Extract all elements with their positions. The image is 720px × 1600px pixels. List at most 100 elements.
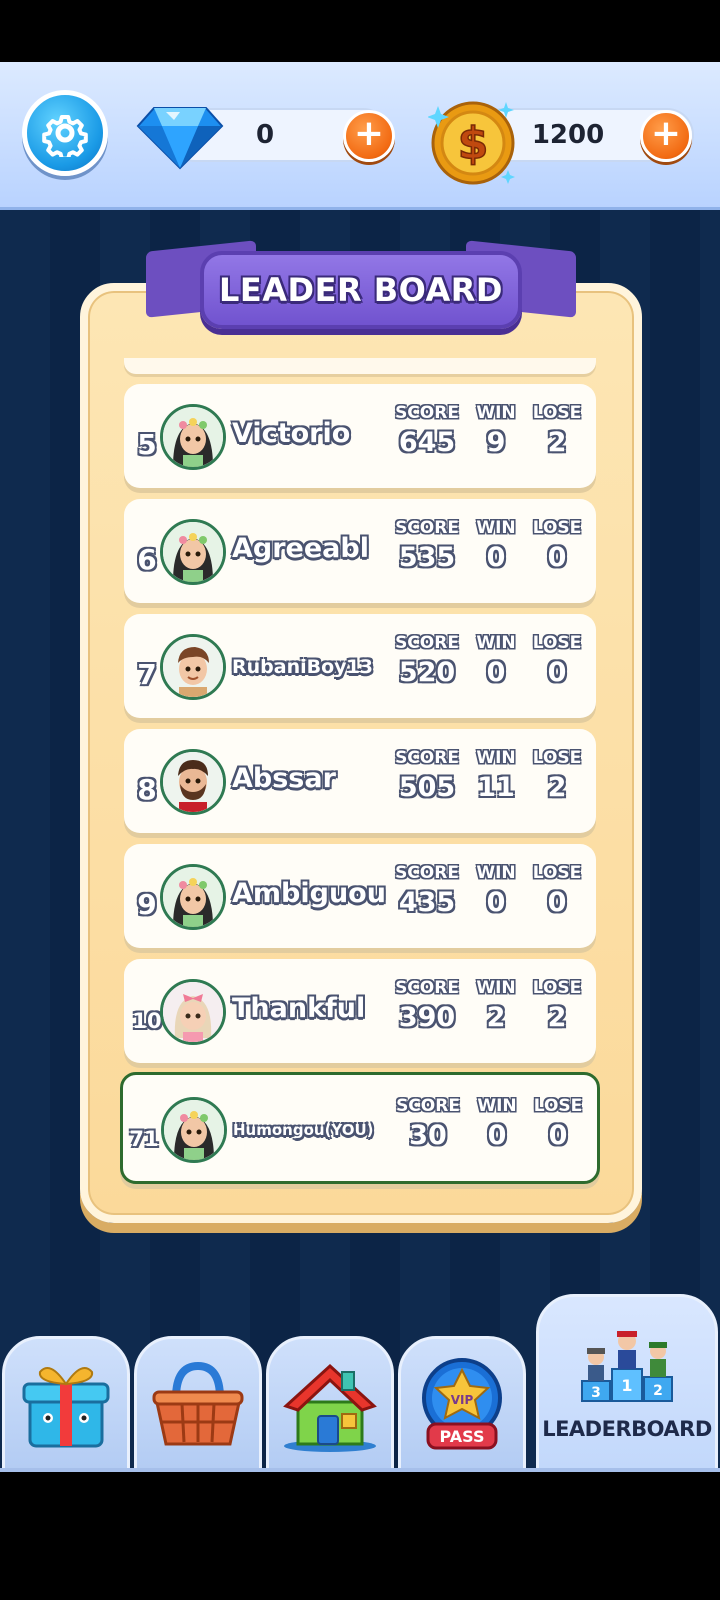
page-title: LEADER BOARD <box>219 271 503 309</box>
lose-column: LOSE 0 <box>526 632 588 692</box>
score-value: 535 <box>398 542 456 573</box>
lose-column: LOSE 2 <box>526 977 588 1037</box>
lose-value: 0 <box>547 887 567 918</box>
score-column: SCORE 390 <box>388 977 466 1037</box>
score-label: SCORE <box>395 748 459 768</box>
score-value: 505 <box>398 772 456 803</box>
score-value: 30 <box>409 1120 447 1151</box>
lose-column: LOSE 0 <box>527 1095 589 1155</box>
diamond-icon <box>136 107 224 170</box>
win-value: 11 <box>477 772 515 803</box>
nav-tab-vip-pass[interactable]: VIP PASS <box>398 1336 526 1472</box>
lose-column: LOSE 2 <box>526 402 588 462</box>
lose-value: 0 <box>547 542 567 573</box>
status-bar <box>0 0 720 62</box>
bearded-man-avatar-icon <box>160 749 226 815</box>
lose-column: LOSE 0 <box>526 517 588 577</box>
win-column: WIN 2 <box>468 977 524 1037</box>
nav-tab-home[interactable] <box>266 1336 394 1472</box>
score-label: SCORE <box>395 978 459 998</box>
house-icon <box>283 1363 377 1452</box>
lose-column: LOSE 2 <box>526 747 588 807</box>
win-label: WIN <box>477 1096 517 1116</box>
win-column: WIN 0 <box>468 632 524 692</box>
system-nav-area <box>0 1472 720 1600</box>
win-value: 0 <box>486 887 506 918</box>
boy-brown-hair-avatar-icon <box>160 634 226 700</box>
leaderboard-row[interactable]: 5 Victorio SCORE 645 WIN 9 LOSE 2 <box>124 384 596 488</box>
lose-value: 0 <box>548 1120 568 1151</box>
win-value: 0 <box>486 657 506 688</box>
girl-flower-crown-avatar-icon <box>161 1097 227 1163</box>
win-label: WIN <box>476 518 516 538</box>
lose-label: LOSE <box>532 633 582 653</box>
leaderboard-row[interactable]: 10 Thankful SCORE 390 WIN 2 LOSE 2 <box>124 959 596 1063</box>
win-value: 0 <box>487 1120 507 1151</box>
plus-icon: + <box>353 113 385 154</box>
svg-text:2: 2 <box>653 1383 663 1399</box>
pass-text: PASS <box>440 1427 485 1446</box>
dollar-coin-icon: $ <box>428 101 515 185</box>
svg-text:1: 1 <box>621 1376 632 1395</box>
girl-flower-crown-avatar-icon <box>160 864 226 930</box>
nav-tab-shop[interactable] <box>134 1336 262 1472</box>
score-column: SCORE 535 <box>388 517 466 577</box>
settings-button[interactable] <box>22 90 108 176</box>
blonde-girl-bow-avatar-icon <box>160 979 226 1045</box>
rank-number: 7 <box>137 658 157 691</box>
player-name: Humongou(YOU) <box>233 1121 374 1139</box>
player-name: Abssar <box>232 763 336 794</box>
shopping-basket-icon <box>152 1361 244 1446</box>
girl-flower-crown-avatar-icon <box>160 404 226 470</box>
gear-icon <box>42 115 88 157</box>
lose-label: LOSE <box>532 518 582 538</box>
leaderboard-row[interactable]: 6 Agreeabl SCORE 535 WIN 0 LOSE 0 <box>124 499 596 603</box>
score-value: 645 <box>398 427 456 458</box>
list-scroll-edge <box>124 358 596 374</box>
add-gems-button[interactable]: + <box>343 110 395 162</box>
win-label: WIN <box>476 978 516 998</box>
win-value: 0 <box>486 542 506 573</box>
rank-number: 5 <box>137 428 157 461</box>
svg-text:3: 3 <box>591 1385 601 1401</box>
player-name: Victorio <box>232 418 351 449</box>
nav-divider <box>0 1468 720 1472</box>
win-column: WIN 9 <box>468 402 524 462</box>
currency-bar: 0 + 1200 $ + <box>0 62 720 210</box>
score-column: SCORE 520 <box>388 632 466 692</box>
nav-tab-gift[interactable] <box>2 1336 130 1472</box>
score-label: SCORE <box>395 633 459 653</box>
vip-pass-icon: VIP PASS <box>422 1358 502 1450</box>
rank-number: 8 <box>137 773 157 806</box>
nav-tab-leaderboard[interactable]: 3 1 2 LEADERBOARD <box>536 1294 718 1472</box>
score-column: SCORE 505 <box>388 747 466 807</box>
current-user-row[interactable]: 71 Humongou(YOU) SCORE 30 WIN 0 LOSE 0 <box>120 1072 600 1184</box>
leaderboard-row[interactable]: 7 RubaniBoy13 SCORE 520 WIN 0 LOSE 0 <box>124 614 596 718</box>
coins-value: 1200 <box>531 120 605 150</box>
add-coins-button[interactable]: + <box>640 110 692 162</box>
rank-number: 71 <box>129 1127 159 1151</box>
lose-value: 2 <box>547 772 567 803</box>
girl-flower-crown-avatar-icon <box>160 519 226 585</box>
score-column: SCORE 645 <box>388 402 466 462</box>
player-name: Agreeabl <box>232 533 369 564</box>
score-value: 390 <box>398 1002 456 1033</box>
leaderboard-row[interactable]: 9 Ambiguou SCORE 435 WIN 0 LOSE 0 <box>124 844 596 948</box>
nav-tab-leaderboard-label: LEADERBOARD <box>542 1417 712 1441</box>
rank-number: 9 <box>137 888 157 921</box>
lose-value: 2 <box>547 427 567 458</box>
score-value: 520 <box>398 657 456 688</box>
win-column: WIN 11 <box>468 747 524 807</box>
gift-box-icon <box>22 1367 110 1448</box>
lose-label: LOSE <box>532 403 582 423</box>
score-label: SCORE <box>395 518 459 538</box>
lose-label: LOSE <box>532 748 582 768</box>
leaderboard-title-banner: LEADER BOARD <box>200 251 522 329</box>
rank-number: 10 <box>132 1009 162 1033</box>
player-name: Ambiguou <box>232 878 386 909</box>
score-label: SCORE <box>395 403 459 423</box>
score-label: SCORE <box>396 1096 460 1116</box>
leaderboard-row[interactable]: 8 Abssar SCORE 505 WIN 11 LOSE 2 <box>124 729 596 833</box>
win-column: WIN 0 <box>468 517 524 577</box>
podium-icon: 3 1 2 <box>581 1331 673 1402</box>
